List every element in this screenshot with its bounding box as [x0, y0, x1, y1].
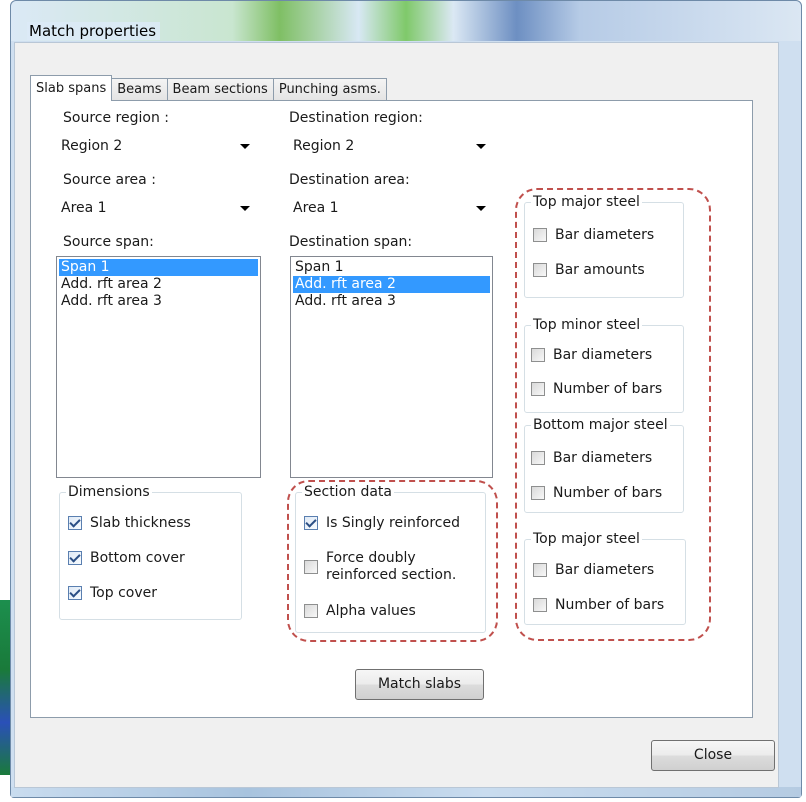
destination-area-select[interactable]: Area 1	[290, 196, 494, 220]
list-item[interactable]: Add. rft area 3	[293, 293, 490, 310]
destination-area-value: Area 1	[293, 200, 339, 216]
list-item[interactable]: Add. rft area 2	[293, 276, 490, 293]
source-span-list[interactable]: Span 1 Add. rft area 2 Add. rft area 3	[56, 256, 261, 478]
dropdown-arrow-icon	[476, 144, 486, 149]
background-app-strip	[0, 600, 10, 775]
match-slabs-button[interactable]: Match slabs	[355, 669, 484, 700]
list-item[interactable]: Add. rft area 2	[59, 276, 258, 293]
destination-region-label: Destination region:	[289, 110, 423, 126]
source-region-label: Source region :	[63, 110, 169, 126]
slab-thickness-checkbox[interactable]: Slab thickness	[68, 515, 191, 531]
dropdown-arrow-icon	[240, 206, 250, 211]
destination-span-list[interactable]: Span 1 Add. rft area 2 Add. rft area 3	[290, 256, 493, 478]
list-item[interactable]: Add. rft area 3	[59, 293, 258, 310]
checkbox-checked-icon	[68, 586, 82, 600]
bottom-cover-checkbox[interactable]: Bottom cover	[68, 550, 185, 566]
close-button[interactable]: Close	[651, 740, 775, 771]
dimensions-group: Dimensions Slab thickness Bottom cover T…	[59, 484, 242, 620]
source-region-select[interactable]: Region 2	[58, 134, 258, 158]
window-bottom-frame	[11, 787, 801, 797]
dropdown-arrow-icon	[476, 206, 486, 211]
list-item[interactable]: Span 1	[293, 259, 490, 276]
source-area-label: Source area :	[63, 172, 156, 188]
tab-strip: Slab spans Beams Beam sections Punching …	[30, 75, 387, 101]
tab-beam-sections[interactable]: Beam sections	[166, 78, 274, 100]
destination-span-label: Destination span:	[289, 234, 413, 250]
top-cover-checkbox[interactable]: Top cover	[68, 585, 157, 601]
window-title: Match properties	[27, 22, 161, 40]
slab-thickness-label: Slab thickness	[90, 515, 191, 531]
destination-region-select[interactable]: Region 2	[290, 134, 494, 158]
list-item[interactable]: Span 1	[59, 259, 258, 276]
checkbox-checked-icon	[68, 516, 82, 530]
source-span-label: Source span:	[63, 234, 154, 250]
section-data-highlight	[287, 480, 498, 642]
steel-options-highlight	[515, 188, 711, 641]
destination-region-value: Region 2	[293, 138, 355, 154]
dropdown-arrow-icon	[240, 144, 250, 149]
tab-punching-asms[interactable]: Punching asms.	[272, 78, 387, 100]
bottom-cover-label: Bottom cover	[90, 550, 185, 566]
source-area-value: Area 1	[61, 200, 107, 216]
top-cover-label: Top cover	[90, 585, 157, 601]
title-bar[interactable]: Match properties	[11, 1, 801, 41]
tab-slab-spans[interactable]: Slab spans	[30, 75, 113, 101]
source-area-select[interactable]: Area 1	[58, 196, 258, 220]
checkbox-checked-icon	[68, 551, 82, 565]
source-region-value: Region 2	[61, 138, 123, 154]
dimensions-group-title: Dimensions	[66, 484, 152, 500]
tab-beams[interactable]: Beams	[111, 78, 168, 100]
destination-area-label: Destination area:	[289, 172, 410, 188]
